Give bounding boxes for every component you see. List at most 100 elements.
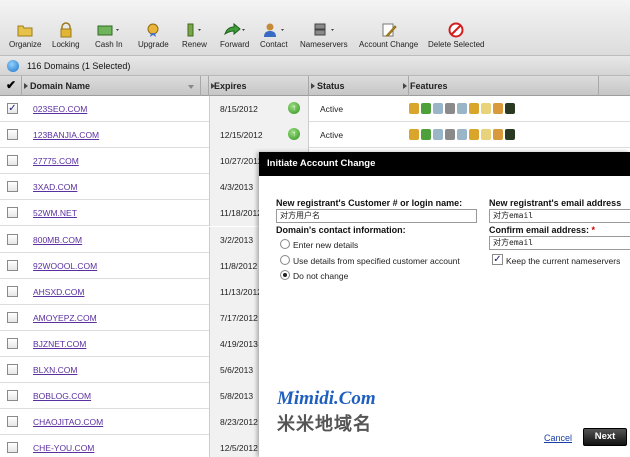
select-all-header[interactable]: ✔ — [0, 76, 22, 96]
upgrade-icon — [147, 23, 159, 37]
expires-date: 11/8/2012 — [220, 260, 258, 271]
table-row[interactable]: 123BANJIA.COM 12/15/2012 ↑ Active — [0, 122, 630, 149]
row-checkbox[interactable] — [7, 390, 18, 402]
toolbar: Organize Locking Cash In Upgrade Renew F… — [0, 0, 630, 56]
expires-date: 10/27/2012 — [220, 156, 263, 167]
locking-label: Locking — [52, 40, 80, 49]
privacy-feature-icon[interactable] — [433, 103, 443, 114]
radio-do-not-change[interactable] — [280, 270, 290, 280]
row-checkbox[interactable] — [7, 207, 18, 219]
row-checkbox[interactable] — [7, 259, 18, 271]
cert-feature-icon[interactable] — [493, 103, 503, 114]
star-feature-icon[interactable] — [481, 103, 491, 114]
monitor-feature-icon[interactable] — [505, 103, 515, 114]
email-input[interactable]: 对方email — [489, 209, 630, 223]
refresh-icon[interactable] — [7, 60, 19, 72]
required-marker: * — [591, 225, 596, 235]
row-checkbox[interactable] — [7, 285, 18, 297]
column-expires[interactable]: Expires — [209, 76, 309, 96]
monitor-feature-icon[interactable] — [505, 129, 515, 141]
account-change-label: Account Change — [359, 40, 419, 49]
domain-link[interactable]: 3XAD.COM — [33, 182, 77, 192]
row-checkbox[interactable] — [7, 337, 18, 349]
domain-link[interactable]: 27775.COM — [33, 156, 79, 166]
option-do-not-change-label: Do not change — [293, 271, 349, 281]
status-ok-icon: ↑ — [288, 128, 300, 141]
row-checkbox[interactable] — [7, 129, 18, 141]
email-label: New registrant's email address — [489, 198, 622, 208]
cancel-link[interactable]: Cancel — [544, 433, 572, 443]
domain-link[interactable]: AMOYEPZ.COM — [33, 313, 97, 323]
table-header: ✔ Domain Name Expires Status Features — [0, 76, 630, 96]
domain-link[interactable]: CHAOJITAO.COM — [33, 417, 103, 427]
table-row[interactable]: ✓ 023SEO.COM 8/15/2012 ↑ Active — [0, 96, 630, 122]
expires-date: 8/15/2012 — [220, 104, 258, 114]
domain-link[interactable]: 023SEO.COM — [33, 104, 87, 114]
column-features[interactable]: Features — [401, 76, 599, 96]
shield-feature-icon[interactable] — [469, 103, 479, 114]
upgrade-button[interactable]: Upgrade — [138, 22, 169, 49]
column-status[interactable]: Status — [309, 76, 409, 96]
expires-date: 12/15/2012 — [220, 130, 263, 141]
dns-feature-icon[interactable] — [445, 129, 455, 141]
radio-use-customer-details[interactable] — [280, 255, 290, 265]
forward-feature-icon[interactable] — [457, 129, 467, 141]
domain-link[interactable]: BLXN.COM — [33, 365, 77, 375]
delete-selected-button[interactable]: Delete Selected — [428, 22, 484, 49]
renew-feature-icon[interactable] — [421, 129, 431, 141]
lock-feature-icon[interactable] — [409, 103, 419, 114]
status-ok-icon: ↑ — [288, 102, 300, 114]
row-checkbox[interactable] — [7, 155, 18, 167]
renew-feature-icon[interactable] — [421, 103, 431, 114]
row-checkbox[interactable] — [7, 364, 18, 375]
row-checkbox[interactable] — [7, 233, 18, 245]
column-arrow-icon — [403, 83, 407, 89]
registrant-input[interactable]: 对方用户名 — [276, 209, 477, 223]
column-domain-name[interactable]: Domain Name — [22, 76, 201, 96]
column-splitter[interactable] — [201, 76, 209, 96]
domain-link[interactable]: 52WM.NET — [33, 208, 77, 218]
radio-enter-new-details[interactable] — [280, 239, 290, 249]
forward-feature-icon[interactable] — [457, 103, 467, 114]
domain-link[interactable]: BOBLOG.COM — [33, 391, 91, 401]
folder-icon — [17, 25, 33, 37]
domain-link[interactable]: CHE-YOU.COM — [33, 443, 94, 453]
option-use-details-label: Use details from specified customer acco… — [293, 256, 460, 266]
watermark-chinese-text: 米米地域名 — [277, 414, 372, 435]
privacy-feature-icon[interactable] — [433, 129, 443, 141]
cash-in-button[interactable]: Cash In — [95, 22, 123, 49]
row-checkbox[interactable] — [7, 416, 18, 428]
expires-date: 12/5/2012 — [220, 443, 258, 454]
domain-link[interactable]: 800MB.COM — [33, 235, 82, 245]
domain-link[interactable]: BJZNET.COM — [33, 339, 86, 349]
keep-nameservers-checkbox[interactable]: ✓ — [492, 254, 503, 265]
expires-date: 5/8/2013 — [220, 391, 254, 402]
organize-button[interactable]: Organize — [9, 22, 41, 49]
star-feature-icon[interactable] — [481, 129, 491, 141]
keep-nameservers-label: Keep the current nameservers — [506, 256, 621, 266]
domain-link[interactable]: 123BANJIA.COM — [33, 130, 99, 140]
cert-feature-icon[interactable] — [493, 129, 503, 141]
domain-link[interactable]: 92WOOOL.COM — [33, 261, 97, 271]
row-checkbox[interactable]: ✓ — [7, 103, 18, 114]
shield-feature-icon[interactable] — [469, 129, 479, 141]
upgrade-label: Upgrade — [138, 40, 169, 49]
confirm-email-input[interactable]: 对方email — [489, 236, 630, 250]
lock-feature-icon[interactable] — [409, 129, 419, 141]
locking-button[interactable]: Locking — [52, 22, 80, 49]
row-checkbox[interactable] — [7, 181, 18, 193]
account-change-button[interactable]: Account Change — [359, 22, 418, 49]
next-button[interactable]: Next — [583, 428, 627, 446]
forward-button[interactable]: Forward — [220, 22, 249, 49]
domain-link[interactable]: AHSXD.COM — [33, 287, 84, 297]
dns-feature-icon[interactable] — [445, 103, 455, 114]
row-checkbox[interactable] — [7, 442, 18, 454]
contact-info-label: Domain's contact information: — [276, 225, 406, 235]
nameservers-button[interactable]: Nameservers — [300, 22, 348, 49]
renew-button[interactable]: Renew — [182, 22, 207, 49]
nameservers-label: Nameservers — [300, 40, 348, 49]
cash-in-label: Cash In — [95, 40, 123, 49]
cash-in-icon — [97, 25, 119, 36]
row-checkbox[interactable] — [7, 311, 18, 323]
contact-button[interactable]: Contact — [260, 22, 288, 49]
